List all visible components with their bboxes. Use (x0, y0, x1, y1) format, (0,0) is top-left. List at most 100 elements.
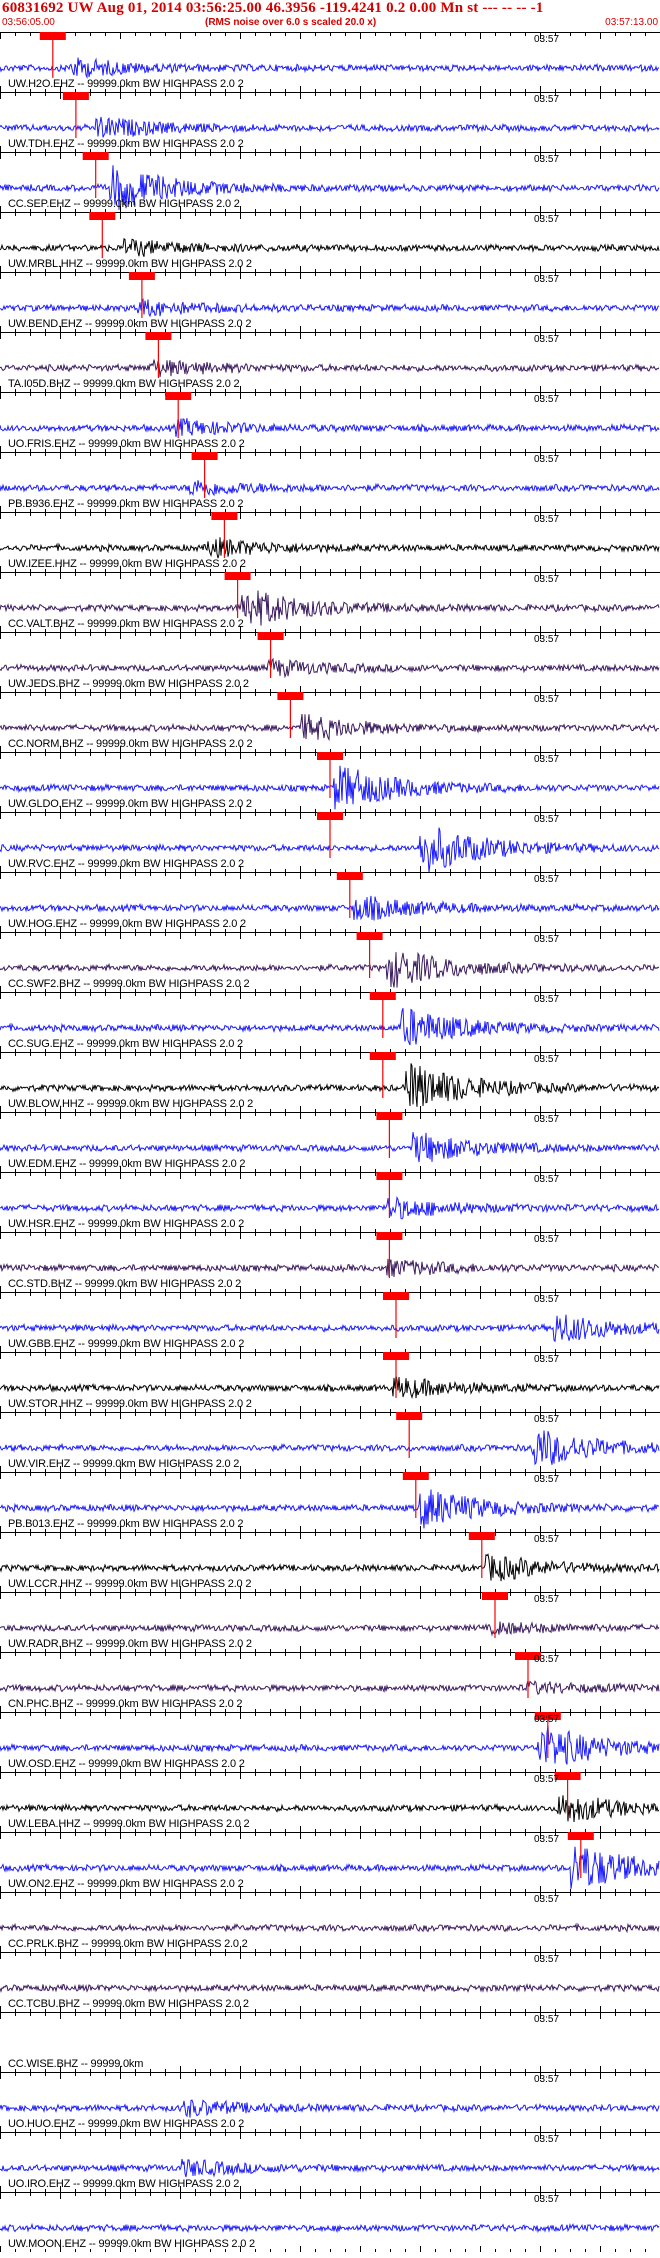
station-label: CC.SUG.EHZ -- 99999.0km BW HIGHPASS 2.0 … (8, 1038, 243, 1050)
time-label: 03:57 (534, 154, 560, 165)
time-label: 03:57 (534, 2194, 560, 2205)
plot-header: 60831692 UW Aug 01, 2014 03:56:25.00 46.… (0, 0, 660, 32)
waveform (0, 895, 660, 921)
trace-panel: 03:57 UO.FRIS.EHZ -- 99999.0km BW HIGHPAS… (0, 392, 660, 452)
pick-box (82, 152, 109, 160)
trace-panel: 03:57 CC.SUG.EHZ -- 99999.0km BW HIGHPASS… (0, 992, 660, 1052)
pick-box (468, 1532, 495, 1540)
station-label: CC.SWF2.BHZ -- 99999.0km BW HIGHPASS 2.0… (8, 978, 250, 990)
trace-panel: 03:57 UW.ON2.EHZ -- 99999.0km BW HIGHPASS… (0, 1832, 660, 1892)
trace-panel: 03:57 UW.HOG.EHZ -- 99999.0km BW HIGHPASS… (0, 872, 660, 932)
pick-box (383, 1352, 409, 1360)
trace-panel: 03:57 CC.SEP.EHZ -- 99999.0km BW HIGHPASS… (0, 152, 660, 212)
time-label: 03:57 (534, 694, 560, 705)
waveform (0, 1195, 660, 1220)
time-label: 03:57 (534, 454, 560, 465)
pick-box (89, 212, 116, 220)
trace-panel: 03:57 UW.BLOW.HHZ -- 99999.0km BW HIGHPAS… (0, 1052, 660, 1112)
pick-box (257, 632, 284, 640)
station-label: UW.VIR.EHZ -- 99999.0km BW HIGHPASS 2.0 … (8, 1458, 240, 1470)
trace-panel: 03:57 UW.LEBA.HHZ -- 99999.0km BW HIGHPAS… (0, 1772, 660, 1832)
time-label: 03:57 (534, 634, 560, 645)
time-label: 03:57 (534, 1234, 560, 1245)
pick-box (145, 332, 172, 340)
time-label: 03:57 (534, 1174, 560, 1185)
trace-panel: 03:57 CC.VALT.BHZ -- 99999.0km BW HIGHPAS… (0, 572, 660, 632)
trace-panel: 03:57 CC.STD.BHZ -- 99999.0km BW HIGHPASS… (0, 1232, 660, 1292)
time-label: 03:57 (534, 1834, 560, 1845)
time-label: 03:57 (534, 334, 560, 345)
pick-box (165, 392, 192, 400)
time-label: 03:57 (534, 1954, 560, 1965)
trace-panel: 03:57 CC.SWF2.BHZ -- 99999.0km BW HIGHPAS… (0, 932, 660, 992)
trace-panel: 03:57 UW.GBB.EHZ -- 99999.0km BW HIGHPASS… (0, 1292, 660, 1352)
trace-panel: 03:57 TA.I05D.BHZ -- 99999.0km BW HIGHPAS… (0, 332, 660, 392)
station-label: UW.TDH.EHZ -- 99999.0km BW HIGHPASS 2.0 … (8, 138, 244, 150)
time-label: 03:57 (534, 1474, 560, 1485)
station-label: UW.EDM.EHZ -- 99999.0km BW HIGHPASS 2.0 … (8, 1158, 246, 1170)
trace-panel: 03:57 UW.JEDS.BHZ -- 99999.0km BW HIGHPAS… (0, 632, 660, 692)
station-label: UO.IRO.EHZ -- 99999.0km BW HIGHPASS 2.0 … (8, 2178, 240, 2190)
trace-panel: 03:57 UW.STOR.HHZ -- 99999.0km BW HIGHPAS… (0, 1352, 660, 1412)
station-label: UW.OSD.EHZ -- 99999.0km BW HIGHPASS 2.0 … (8, 1758, 245, 1770)
waveform (0, 418, 660, 437)
trace-panel: 03:57 UW.HSR.EHZ -- 99999.0km BW HIGHPASS… (0, 1172, 660, 1232)
trace-panel: 03:57 UW.H2O.EHZ -- 99999.0km BW HIGHPASS… (0, 32, 660, 92)
time-label: 03:57 (534, 1354, 560, 1365)
waveform (0, 359, 660, 378)
trace-panel: 03:57 UW.MRBL.HHZ -- 99999.0km BW HIGHPAS… (0, 212, 660, 272)
trace-panel: 03:57 UW.GLDO.EHZ -- 99999.0km BW HIGHPAS… (0, 752, 660, 812)
station-label: UW.GBB.EHZ -- 99999.0km BW HIGHPASS 2.0 … (8, 1338, 245, 1350)
station-label: CC.SEP.EHZ -- 99999.0km BW HIGHPASS 2.0 … (8, 198, 240, 210)
trace-panel: 03:57 UW.OSD.EHZ -- 99999.0km BW HIGHPASS… (0, 1712, 660, 1772)
station-label: CC.STD.BHZ -- 99999.0km BW HIGHPASS 2.0 … (8, 1278, 242, 1290)
station-label: UO.HUO.EHZ -- 99999.0km BW HIGHPASS 2.0 … (8, 2118, 245, 2130)
trace-panel: 03:57 CC.TCBU.BHZ -- 99999.0km BW HIGHPAS… (0, 1952, 660, 2012)
waveform (0, 2099, 660, 2118)
time-label: 03:57 (534, 514, 560, 525)
pick-box (376, 1172, 403, 1180)
pick-box (62, 92, 89, 100)
pick-box (376, 1232, 403, 1240)
pick-box (128, 272, 155, 280)
pick-box (317, 752, 343, 760)
station-label: UW.GLDO.EHZ -- 99999.0km BW HIGHPASS 2.0… (8, 798, 252, 810)
station-label: UW.ON2.EHZ -- 99999.0km BW HIGHPASS 2.0 … (8, 1878, 244, 1890)
time-label: 03:57 (534, 1054, 560, 1065)
waveform (0, 2222, 660, 2234)
pick-box (383, 1292, 409, 1300)
station-label: UO.FRIS.EHZ -- 99999.0km BW HIGHPASS 2.0… (8, 438, 245, 450)
time-label: 03:57 (534, 754, 560, 765)
time-label: 03:57 (534, 2014, 560, 2025)
pick-box (482, 1592, 508, 1600)
time-label: 03:57 (534, 934, 560, 945)
waveform (0, 116, 660, 138)
station-label: CC.TCBU.BHZ -- 99999.0km BW HIGHPASS 2.0… (8, 1998, 249, 2010)
trace-panel: 03:57 CC.WISE.BHZ -- 99999.0km (0, 2012, 660, 2072)
time-label: 03:57 (534, 34, 560, 45)
pick-box (336, 872, 363, 880)
waveform (0, 57, 660, 79)
station-label: UW.MOON.EHZ -- 99999.0km BW HIGHPASS 2.0… (8, 2238, 255, 2250)
pick-box (317, 812, 343, 820)
station-label: UW.LCCR.HHZ -- 99999.0km BW HIGHPASS 2.0… (8, 1578, 252, 1590)
time-label: 03:57 (534, 1414, 560, 1425)
time-label: 03:57 (534, 94, 560, 105)
pick-box (369, 1052, 396, 1060)
time-label: 03:57 (534, 874, 560, 885)
time-label: 03:57 (534, 274, 560, 285)
time-label: 03:57 (534, 1774, 560, 1785)
pick-box (211, 512, 238, 520)
pick-box (402, 1472, 429, 1480)
trace-panel: 03:57 UW.MOON.EHZ -- 99999.0km BW HIGHPAS… (0, 2192, 660, 2252)
station-label: CC.NORM.BHZ -- 99999.0km BW HIGHPASS 2.0… (8, 738, 253, 750)
trace-panel: 03:57 UW.TDH.EHZ -- 99999.0km BW HIGHPASS… (0, 92, 660, 152)
station-label: UW.JEDS.BHZ -- 99999.0km BW HIGHPASS 2.0… (8, 678, 249, 690)
time-label: 03:57 (534, 1294, 560, 1305)
time-label: 03:57 (534, 1114, 560, 1125)
trace-panel: 03:57 UW.RVC.EHZ -- 99999.0km BW HIGHPASS… (0, 812, 660, 872)
trace-panel: 03:57 CN.PHC.BHZ -- 99999.0km BW HIGHPASS… (0, 1652, 660, 1712)
event-title: 60831692 UW Aug 01, 2014 03:56:25.00 46.… (2, 0, 544, 16)
pick-box (376, 1112, 403, 1120)
pick-box (396, 1412, 423, 1420)
